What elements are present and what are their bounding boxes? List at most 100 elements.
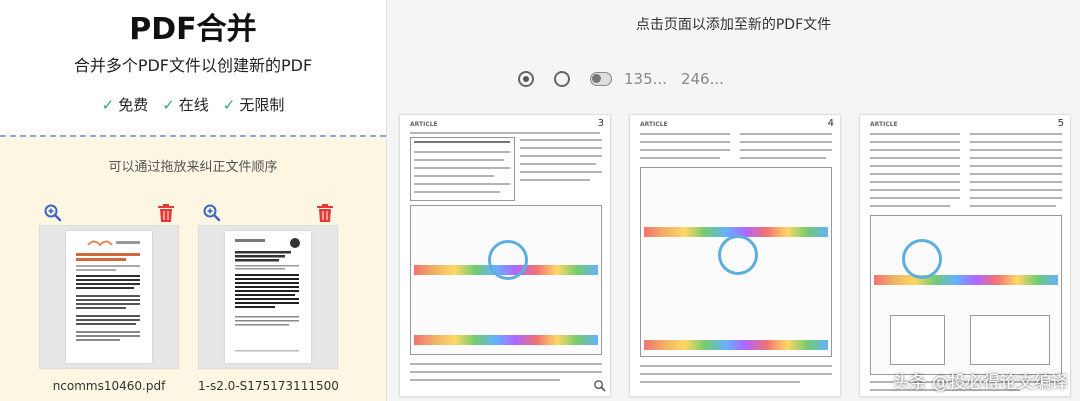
check-icon: ✓ bbox=[222, 95, 236, 114]
feature-online: ✓ 在线 bbox=[162, 94, 209, 115]
text-line bbox=[414, 175, 494, 177]
text-line bbox=[410, 132, 600, 134]
page-zoom-icon[interactable] bbox=[593, 379, 606, 392]
odd-pages-option[interactable]: 135... bbox=[624, 70, 667, 88]
text-line bbox=[414, 191, 500, 193]
text-line bbox=[970, 141, 1062, 143]
even-pages-option[interactable]: 246... bbox=[681, 70, 724, 88]
check-icon: ✓ bbox=[101, 95, 115, 114]
file-name: ncomms10460.pdf bbox=[52, 379, 166, 393]
page-header-label: ARTICLE bbox=[410, 121, 438, 128]
file-dropzone[interactable]: 可以通过拖放来纠正文件顺序 ncomms10460.pdf 1-s2.0-S17… bbox=[0, 135, 386, 401]
text-line bbox=[870, 149, 960, 151]
text-line bbox=[870, 189, 960, 191]
feature-free: ✓ 免费 bbox=[102, 94, 149, 115]
zoom-in-icon[interactable] bbox=[202, 203, 222, 223]
text-line bbox=[740, 133, 832, 135]
thumbnail-graphic bbox=[235, 238, 300, 352]
text-line bbox=[520, 155, 602, 157]
thumbnail-page bbox=[66, 231, 152, 363]
instruction-title: 点击页面以添加至新的PDF文件 bbox=[635, 17, 832, 33]
check-icon: ✓ bbox=[162, 95, 175, 114]
select-none-radio[interactable] bbox=[554, 71, 570, 87]
delete-icon[interactable] bbox=[316, 203, 334, 223]
watermark: 头条 @投必得论文编译 bbox=[892, 373, 1068, 393]
text-line bbox=[870, 181, 960, 183]
text-line bbox=[740, 141, 832, 143]
file-tools bbox=[198, 201, 338, 225]
page-number: 4 bbox=[827, 118, 834, 129]
text-line bbox=[870, 197, 960, 199]
page-selector-circle[interactable] bbox=[902, 239, 942, 279]
text-line bbox=[640, 373, 832, 375]
text-line bbox=[414, 141, 510, 143]
file-thumbnail[interactable] bbox=[198, 225, 338, 369]
text-line bbox=[870, 173, 960, 175]
text-line bbox=[520, 139, 602, 141]
page-figure bbox=[410, 205, 602, 355]
text-line bbox=[640, 133, 730, 135]
text-line bbox=[870, 205, 950, 207]
page-header-label: ARTICLE bbox=[640, 121, 668, 128]
text-line bbox=[740, 157, 826, 159]
text-line bbox=[870, 133, 960, 135]
left-panel: PDF合并 合并多个PDF文件以创建新的PDF ✓ 免费 ✓ 在线 ✓ 无限制 可以通… bbox=[0, 0, 386, 401]
odd-even-toggle[interactable] bbox=[590, 72, 612, 86]
text-line bbox=[740, 149, 832, 151]
text-line bbox=[640, 381, 800, 383]
file-thumbnail[interactable] bbox=[39, 225, 179, 369]
text-line bbox=[640, 149, 730, 151]
text-line bbox=[640, 157, 720, 159]
text-line bbox=[520, 147, 602, 149]
page-selector-circle[interactable] bbox=[718, 235, 758, 275]
text-line bbox=[970, 197, 1062, 199]
scatter-plot bbox=[970, 315, 1050, 365]
text-line bbox=[870, 141, 960, 143]
text-line bbox=[414, 159, 504, 161]
file-tools bbox=[39, 201, 179, 225]
pdf-page[interactable]: ARTICLE 3 bbox=[399, 114, 611, 397]
pdf-page[interactable]: ARTICLE 5 bbox=[859, 114, 1071, 397]
page-select-controls: 135... 246... bbox=[518, 70, 724, 88]
text-line bbox=[970, 181, 1062, 183]
right-panel: 点击页面以添加至新的PDF文件 135... 246... ARTICLE 3 bbox=[387, 0, 1080, 401]
delete-icon[interactable] bbox=[157, 203, 175, 223]
text-line bbox=[970, 149, 1062, 151]
page-header-label: ARTICLE bbox=[870, 121, 898, 128]
text-line bbox=[410, 363, 602, 365]
brand-title: PDF合并 bbox=[129, 12, 257, 47]
file-card[interactable]: 1-s2.0-S1751731115000... bbox=[198, 201, 338, 393]
text-line bbox=[410, 371, 602, 373]
text-line bbox=[970, 157, 1062, 159]
reorder-hint: 可以通过拖放来纠正文件顺序 bbox=[108, 160, 278, 175]
select-all-radio[interactable] bbox=[518, 71, 534, 87]
thumbnail-graphic bbox=[76, 240, 140, 341]
text-line bbox=[414, 151, 510, 153]
file-card[interactable]: ncomms10460.pdf bbox=[39, 201, 179, 393]
feature-list: ✓ 免费 ✓ 在线 ✓ 无限制 bbox=[0, 94, 386, 115]
bar-plot bbox=[890, 315, 945, 365]
page-number: 3 bbox=[597, 118, 604, 129]
page-number: 5 bbox=[1057, 118, 1064, 129]
text-line bbox=[520, 163, 596, 165]
pdf-page[interactable]: ARTICLE 4 bbox=[629, 114, 841, 397]
text-line bbox=[520, 179, 590, 181]
text-line bbox=[870, 157, 960, 159]
feature-label: 无限制 bbox=[239, 96, 285, 114]
file-name: 1-s2.0-S1751731115000... bbox=[198, 379, 338, 393]
text-line bbox=[870, 165, 960, 167]
text-line bbox=[414, 183, 510, 185]
figure-bars bbox=[874, 275, 1058, 285]
zoom-in-icon[interactable] bbox=[43, 203, 63, 223]
text-line bbox=[970, 173, 1062, 175]
page-selector-circle[interactable] bbox=[488, 240, 528, 280]
text-line bbox=[414, 167, 510, 169]
text-line bbox=[640, 365, 832, 367]
thumbnail-page bbox=[225, 231, 311, 363]
figure-bars bbox=[644, 340, 828, 350]
text-line bbox=[410, 379, 560, 381]
page-grid: ARTICLE 3 ARTICLE 4 ARTICLE 5 bbox=[399, 114, 1071, 397]
text-line bbox=[970, 205, 1056, 207]
text-line bbox=[970, 165, 1062, 167]
text-line bbox=[520, 171, 602, 173]
